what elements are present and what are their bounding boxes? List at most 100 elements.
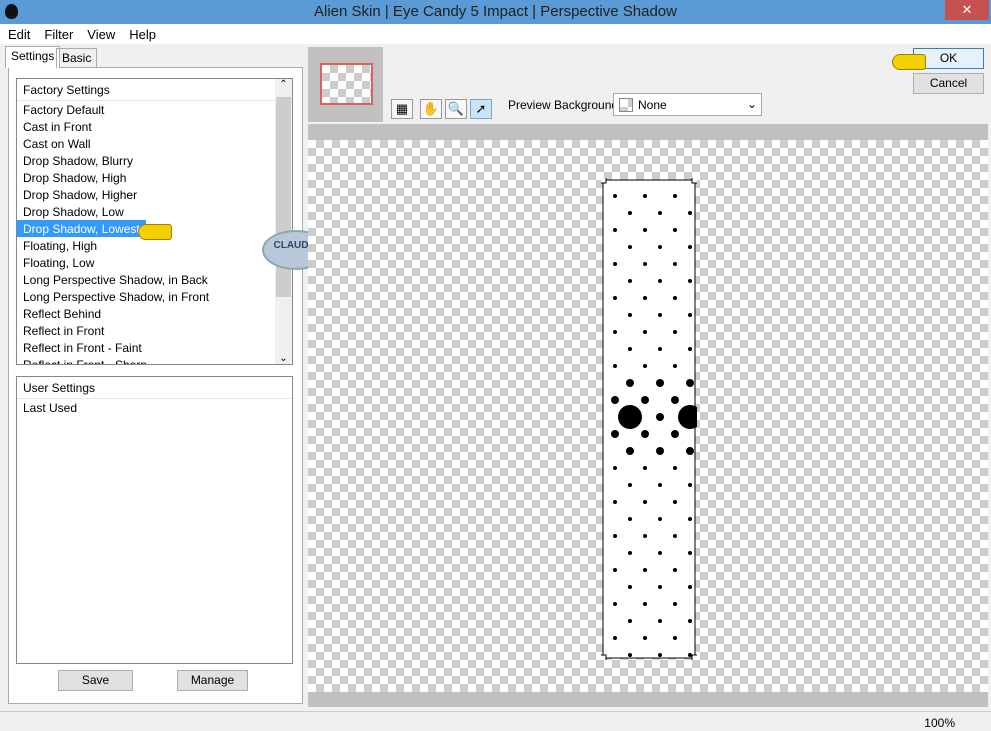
dot	[658, 279, 662, 283]
tab-basic[interactable]: Basic	[56, 48, 98, 68]
dot	[611, 430, 619, 438]
list-item[interactable]: Long Perspective Shadow, in Back	[17, 271, 292, 288]
preview-image[interactable]	[601, 178, 697, 660]
dot	[673, 466, 677, 470]
dot	[688, 619, 692, 623]
dot	[688, 347, 692, 351]
dot	[658, 585, 662, 589]
preview-compare-icon[interactable]: ▦	[391, 99, 413, 119]
dot	[643, 262, 647, 266]
dot	[688, 279, 692, 283]
list-item[interactable]: Floating, Low	[17, 254, 292, 271]
list-item[interactable]: Last Used	[17, 399, 292, 416]
dot	[658, 347, 662, 351]
list-item[interactable]: Drop Shadow, Lowest	[17, 220, 146, 237]
list-item[interactable]: Drop Shadow, High	[17, 169, 292, 186]
dot	[688, 585, 692, 589]
dot	[628, 517, 632, 521]
close-button[interactable]: ✕	[945, 0, 989, 20]
resize-handle	[691, 178, 697, 184]
dot	[641, 430, 649, 438]
dot	[613, 500, 617, 504]
list-item[interactable]: Reflect in Front - Sharp	[17, 356, 292, 364]
dot	[643, 534, 647, 538]
menu-filter[interactable]: Filter	[36, 24, 79, 42]
list-item[interactable]: Reflect in Front - Faint	[17, 339, 292, 356]
save-button[interactable]: Save	[58, 670, 133, 691]
scroll-up-icon[interactable]: ⌃	[275, 79, 292, 90]
dot	[628, 279, 632, 283]
dot	[688, 211, 692, 215]
chevron-down-icon: ⌄	[746, 97, 757, 111]
status-bar: 100%	[0, 711, 991, 731]
list-item[interactable]: Reflect in Front	[17, 322, 292, 339]
list-item[interactable]: Cast in Front	[17, 118, 292, 135]
dot	[613, 194, 617, 198]
dot	[656, 413, 664, 421]
dot	[641, 396, 649, 404]
zoom-tool-icon[interactable]: 🔍	[445, 99, 467, 119]
dot	[643, 194, 647, 198]
pointer-tool-icon[interactable]: ➚	[470, 99, 492, 119]
navigator-viewport[interactable]	[320, 63, 373, 105]
menu-view[interactable]: View	[79, 24, 121, 42]
list-item[interactable]: Cast on Wall	[17, 135, 292, 152]
dot	[643, 568, 647, 572]
dot	[628, 483, 632, 487]
list-item[interactable]: Reflect Behind	[17, 305, 292, 322]
menu-bar: Edit Filter View Help	[0, 24, 991, 44]
dot	[613, 568, 617, 572]
dot	[643, 500, 647, 504]
zoom-level: 100%	[924, 716, 955, 730]
list-item[interactable]: Drop Shadow, Higher	[17, 186, 292, 203]
dot	[613, 262, 617, 266]
dot	[688, 517, 692, 521]
factory-settings-header: Factory Settings	[17, 79, 292, 101]
resize-handle	[601, 178, 607, 184]
list-item[interactable]: Factory Default	[17, 101, 292, 118]
title-bar: Alien Skin | Eye Candy 5 Impact | Perspe…	[0, 0, 991, 24]
dot	[643, 636, 647, 640]
list-item[interactable]: Drop Shadow, Low	[17, 203, 292, 220]
dot	[613, 534, 617, 538]
dot	[628, 347, 632, 351]
user-settings-list[interactable]: User Settings Last Used	[16, 376, 293, 664]
dot	[673, 500, 677, 504]
dot	[628, 211, 632, 215]
navigator[interactable]	[308, 47, 383, 122]
manage-button[interactable]: Manage	[177, 670, 248, 691]
factory-settings-list[interactable]: Factory Settings Factory Default Cast in …	[16, 78, 293, 365]
preview-area[interactable]	[308, 124, 988, 707]
dot	[671, 396, 679, 404]
dot	[658, 245, 662, 249]
pointing-hand-icon	[138, 224, 172, 240]
cancel-button[interactable]: Cancel	[913, 73, 984, 94]
dot	[643, 296, 647, 300]
list-item[interactable]: Long Perspective Shadow, in Front	[17, 288, 292, 305]
dot	[628, 585, 632, 589]
menu-help[interactable]: Help	[121, 24, 162, 42]
dot	[611, 396, 619, 404]
dot	[613, 602, 617, 606]
menu-edit[interactable]: Edit	[0, 24, 36, 42]
dot	[613, 330, 617, 334]
dot	[656, 447, 664, 455]
preview-background-label: Preview Background:	[508, 98, 622, 112]
dot	[658, 483, 662, 487]
dot	[673, 602, 677, 606]
scrollbar[interactable]: ⌃ ⌄	[275, 79, 292, 364]
hand-tool-icon[interactable]: ✋	[420, 99, 442, 119]
swatch-icon	[619, 98, 633, 112]
tab-settings[interactable]: Settings	[5, 46, 61, 68]
dot	[673, 296, 677, 300]
dot	[628, 313, 632, 317]
dot	[673, 636, 677, 640]
window-title: Alien Skin | Eye Candy 5 Impact | Perspe…	[314, 3, 677, 20]
preview-background-value: None	[638, 98, 667, 112]
dot	[688, 483, 692, 487]
dot	[686, 447, 694, 455]
scroll-down-icon[interactable]: ⌄	[275, 353, 292, 364]
list-item[interactable]: Drop Shadow, Blurry	[17, 152, 292, 169]
dot	[658, 619, 662, 623]
preview-background-select[interactable]: None ⌄	[613, 93, 762, 116]
